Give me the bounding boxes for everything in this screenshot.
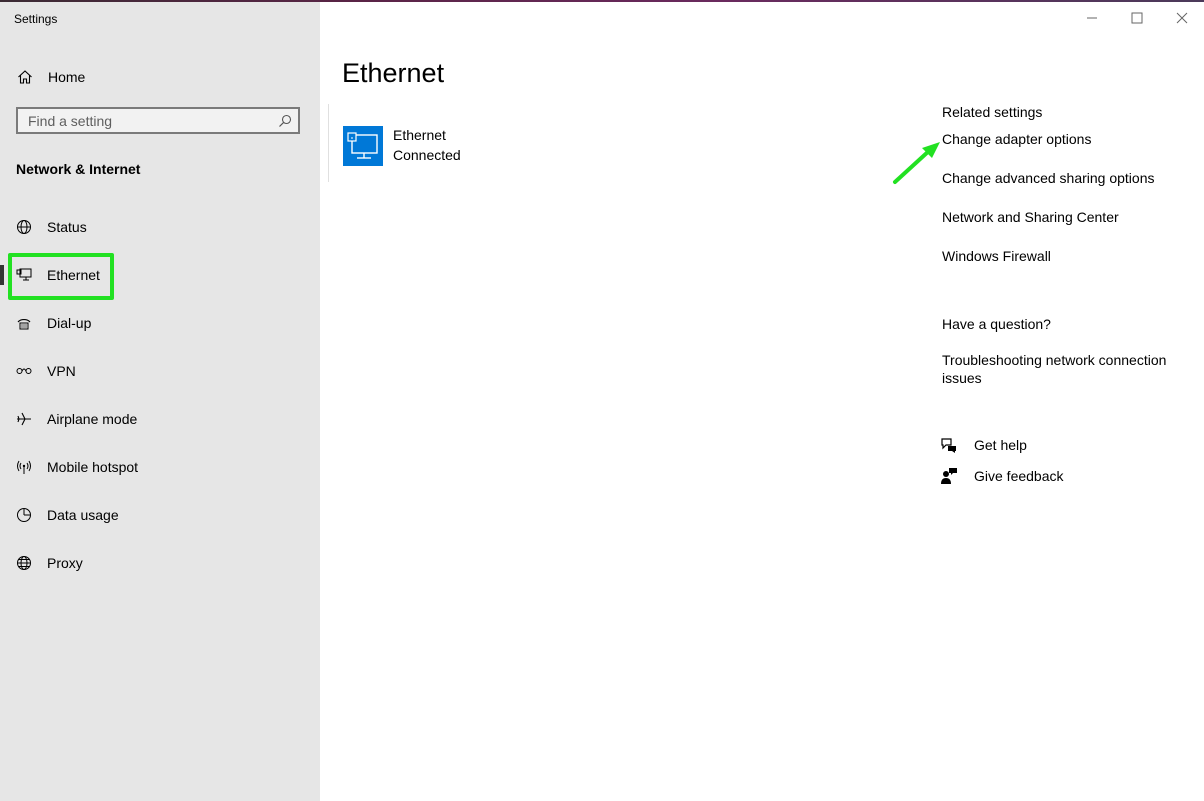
- sidebar-item-label: Data usage: [47, 507, 119, 523]
- maximize-button[interactable]: [1114, 4, 1160, 32]
- change-adapter-options-link[interactable]: Change adapter options: [942, 131, 1091, 147]
- home-label: Home: [48, 69, 86, 85]
- get-help-link[interactable]: Get help: [940, 433, 1140, 457]
- data-usage-icon: [16, 507, 32, 523]
- close-button[interactable]: [1159, 4, 1204, 32]
- get-help-label: Get help: [974, 437, 1027, 453]
- app-title: Settings: [14, 12, 58, 26]
- give-feedback-icon: [940, 467, 958, 485]
- troubleshooting-link[interactable]: Troubleshooting network connection issue…: [942, 351, 1182, 387]
- sidebar: Settings Home Network & Internet Status …: [0, 2, 320, 801]
- sidebar-item-label: Dial-up: [47, 315, 92, 331]
- connection-status: Connected: [393, 147, 461, 163]
- sidebar-item-label: Mobile hotspot: [47, 459, 139, 475]
- globe-icon: [16, 555, 32, 571]
- page-title: Ethernet: [342, 58, 445, 88]
- connection-name: Ethernet: [393, 127, 446, 143]
- related-settings-heading: Related settings: [942, 104, 1043, 120]
- home-icon: [17, 69, 33, 85]
- ethernet-connection-icon: [343, 126, 383, 166]
- sidebar-item-label: VPN: [47, 363, 76, 379]
- network-sharing-center-link[interactable]: Network and Sharing Center: [942, 209, 1119, 225]
- sidebar-item-proxy[interactable]: Proxy: [0, 543, 320, 583]
- sidebar-item-label: Status: [47, 219, 87, 235]
- sidebar-item-mobile-hotspot[interactable]: Mobile hotspot: [0, 447, 320, 487]
- search-input[interactable]: [18, 109, 278, 132]
- sidebar-item-status[interactable]: Status: [0, 207, 320, 247]
- sidebar-item-airplane[interactable]: Airplane mode: [0, 399, 320, 439]
- sidebar-item-label: Proxy: [47, 555, 83, 571]
- minimize-icon: [1087, 17, 1097, 19]
- dialup-icon: [16, 315, 32, 331]
- vpn-icon: [16, 363, 32, 379]
- sidebar-item-data-usage[interactable]: Data usage: [0, 495, 320, 535]
- question-heading: Have a question?: [942, 316, 1051, 332]
- home-nav-item[interactable]: Home: [0, 62, 320, 92]
- minimize-button[interactable]: [1069, 4, 1115, 32]
- hotspot-icon: [16, 459, 32, 475]
- change-advanced-sharing-link[interactable]: Change advanced sharing options: [942, 170, 1155, 186]
- close-icon: [1176, 12, 1188, 24]
- search-box[interactable]: [16, 107, 300, 134]
- annotation-arrow-icon: [890, 130, 950, 190]
- ethernet-connection-item[interactable]: Ethernet Connected: [328, 104, 889, 182]
- maximize-icon: [1131, 12, 1143, 24]
- search-icon[interactable]: [278, 114, 292, 128]
- airplane-icon: [16, 411, 32, 427]
- give-feedback-link[interactable]: Give feedback: [940, 464, 1140, 488]
- annotation-highlight-box: [8, 253, 114, 300]
- windows-firewall-link[interactable]: Windows Firewall: [942, 248, 1051, 264]
- section-heading: Network & Internet: [16, 161, 141, 177]
- sidebar-item-dialup[interactable]: Dial-up: [0, 303, 320, 343]
- get-help-icon: [940, 436, 958, 454]
- sidebar-item-vpn[interactable]: VPN: [0, 351, 320, 391]
- give-feedback-label: Give feedback: [974, 468, 1064, 484]
- globe-status-icon: [16, 219, 32, 235]
- sidebar-item-label: Airplane mode: [47, 411, 138, 427]
- selection-indicator: [0, 265, 4, 285]
